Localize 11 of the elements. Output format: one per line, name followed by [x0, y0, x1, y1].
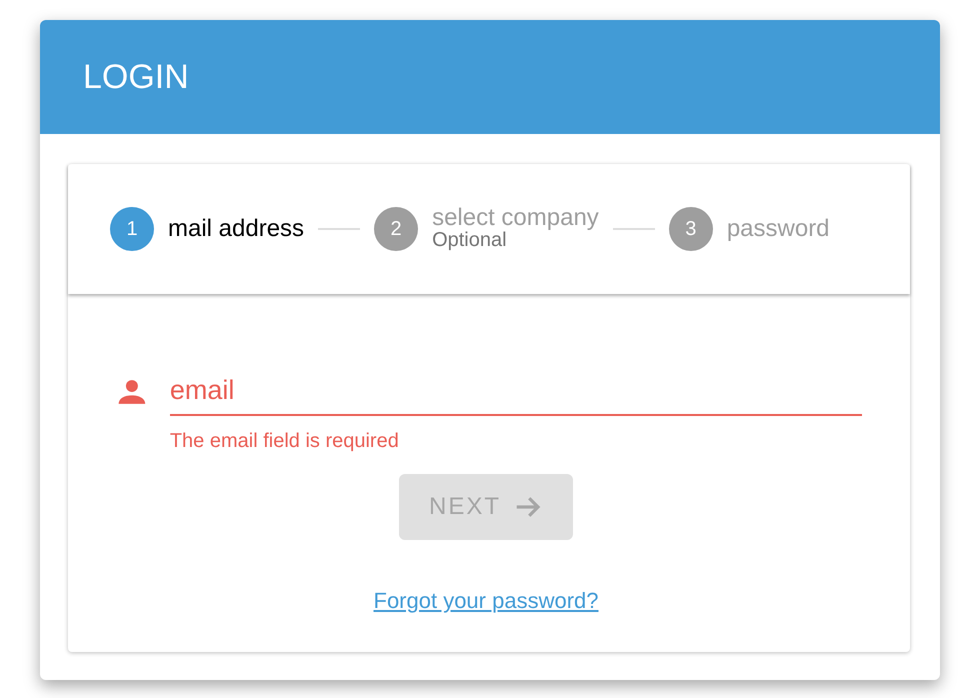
email-field[interactable]: email	[170, 366, 862, 416]
forgot-password-link[interactable]: Forgot your password?	[374, 584, 598, 617]
error-message: The email field is required	[170, 429, 400, 454]
header-title: LOGIN	[83, 56, 189, 98]
step-label: password	[726, 218, 830, 240]
step-number: 3	[668, 207, 713, 251]
step-note: Optional	[432, 229, 507, 251]
step-number: 2	[374, 207, 418, 251]
step-label: mail address	[168, 218, 304, 240]
step-number: 1	[110, 207, 154, 251]
step-label: select company	[432, 207, 599, 229]
